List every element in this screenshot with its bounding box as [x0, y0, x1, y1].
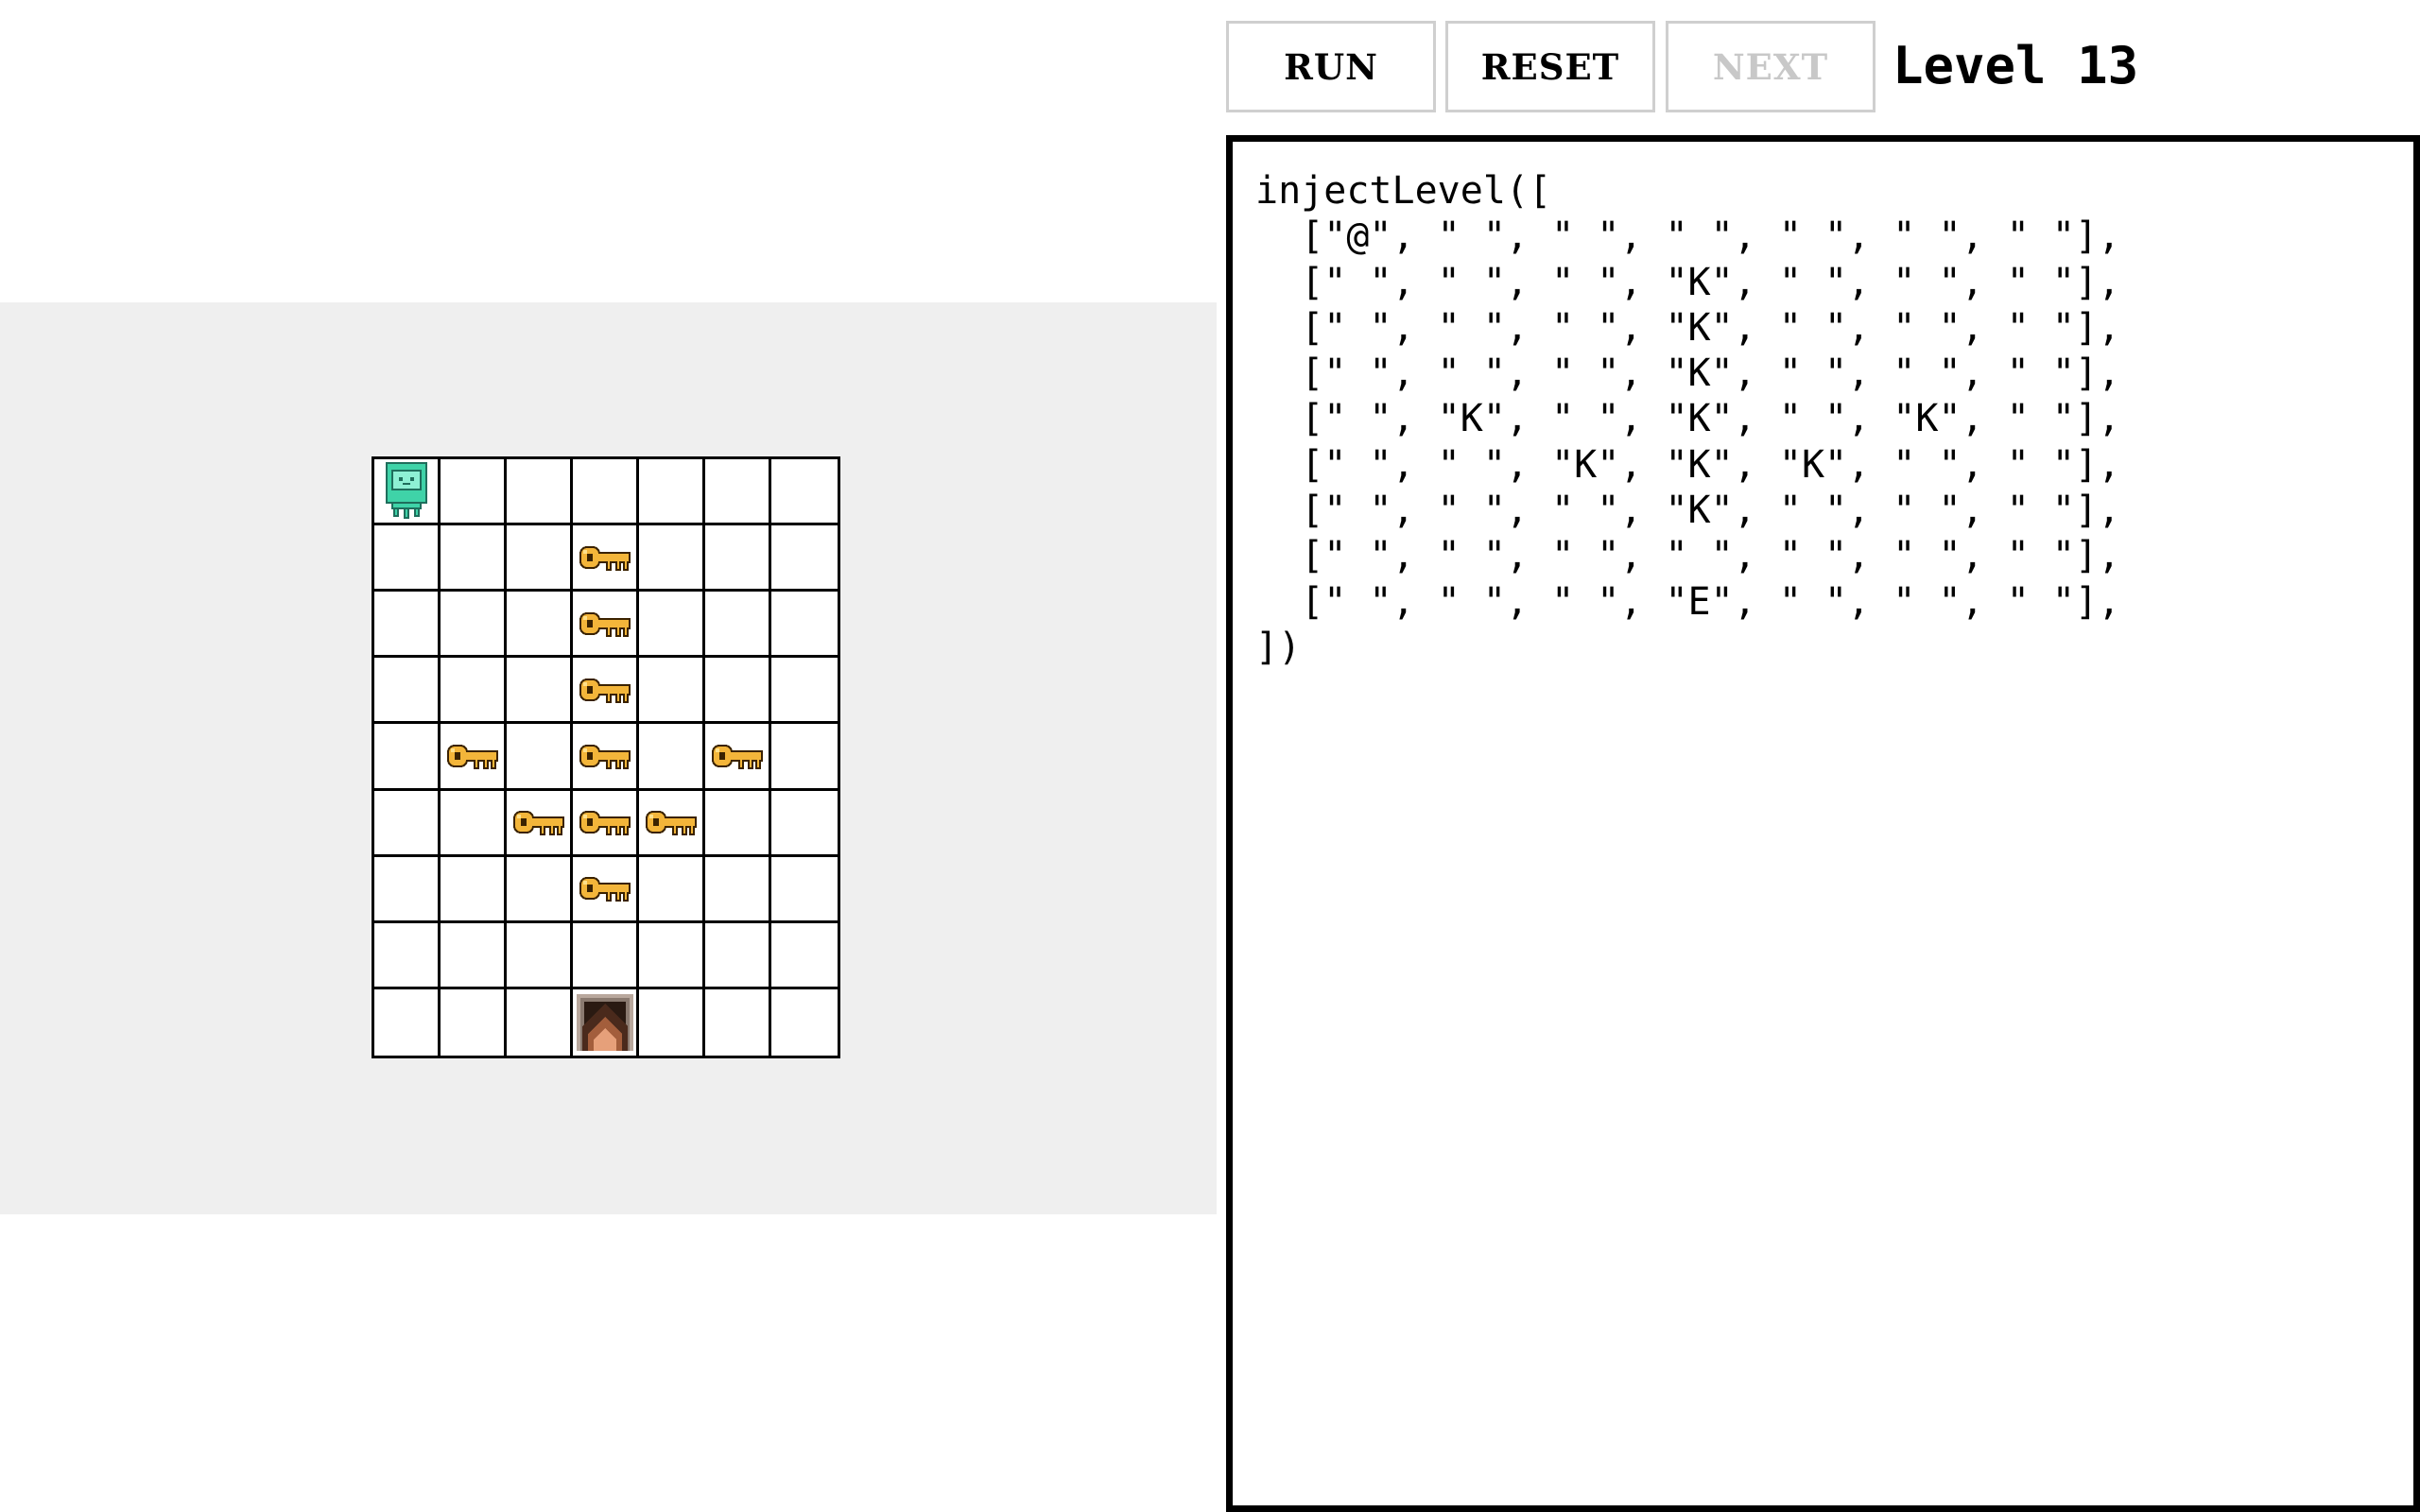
board-cell: [374, 525, 441, 593]
board-cell: [441, 525, 507, 593]
next-button[interactable]: NEXT: [1666, 21, 1876, 112]
board-cell: [705, 790, 771, 857]
board-cell: [507, 525, 573, 593]
board-cell: [441, 790, 507, 857]
board-cell: [374, 459, 441, 526]
key-icon: [578, 675, 632, 705]
board-cell: [771, 791, 838, 857]
key-icon: [578, 873, 632, 903]
board-cell: [771, 724, 838, 791]
board-cell: [573, 592, 639, 659]
key-icon: [578, 741, 632, 771]
key-icon: [710, 741, 765, 771]
board-cell: [705, 988, 771, 1056]
board-cell: [507, 790, 573, 857]
board-cell: [639, 922, 705, 989]
board-cell: [374, 592, 441, 659]
key-icon: [578, 609, 632, 639]
board-cell: [771, 989, 838, 1056]
key-icon: [578, 542, 632, 573]
board-cell: [374, 658, 441, 725]
key-icon: [445, 741, 500, 771]
board-cell: [705, 922, 771, 989]
board-cell: [771, 923, 838, 989]
board-cell: [639, 988, 705, 1056]
board-cell: [639, 658, 705, 725]
board-cell: [374, 856, 441, 923]
board-cell: [639, 459, 705, 526]
board-cell: [441, 988, 507, 1056]
board-cell: [705, 525, 771, 593]
board-cell: [639, 724, 705, 791]
key-icon: [644, 807, 699, 837]
board-cell: [771, 525, 838, 593]
board-cell: [639, 856, 705, 923]
board-cell: [441, 658, 507, 725]
board-cell: [573, 988, 639, 1056]
board-cell: [507, 459, 573, 526]
board-cell: [507, 856, 573, 923]
board-cell: [374, 724, 441, 791]
run-button[interactable]: RUN: [1226, 21, 1436, 112]
board-cell: [441, 724, 507, 791]
board-cell: [771, 658, 838, 725]
board-cell: [639, 790, 705, 857]
board-cell: [573, 658, 639, 725]
board-cell: [507, 724, 573, 791]
board-cell: [705, 724, 771, 791]
board-cell: [573, 724, 639, 791]
board-cell: [441, 856, 507, 923]
board-cell: [374, 790, 441, 857]
board-cell: [705, 658, 771, 725]
key-icon: [578, 807, 632, 837]
board-cell: [441, 459, 507, 526]
board-cell: [771, 592, 838, 659]
board-cell: [441, 592, 507, 659]
board-cell: [507, 592, 573, 659]
level-code[interactable]: injectLevel([ ["@", " ", " ", " ", " ", …: [1255, 168, 2404, 670]
board-cell: [771, 459, 838, 526]
board-cell: [573, 525, 639, 593]
board-cell: [374, 922, 441, 989]
board-cell: [374, 988, 441, 1056]
exit-door-icon: [576, 993, 633, 1051]
board-cell: [639, 525, 705, 593]
board-cell: [705, 592, 771, 659]
board-cell: [705, 856, 771, 923]
board-cell: [639, 592, 705, 659]
board-cell: [771, 857, 838, 923]
board-cell: [507, 658, 573, 725]
board-cell: [507, 922, 573, 989]
robot-icon: [384, 461, 429, 521]
board-cell: [573, 922, 639, 989]
reset-button[interactable]: RESET: [1445, 21, 1655, 112]
board-cell: [441, 922, 507, 989]
board-cell: [573, 790, 639, 857]
board-cell: [573, 459, 639, 526]
app-root: RUN RESET NEXT Level 13 injectLevel([["…: [0, 0, 2420, 1512]
level-title: Level 13: [1893, 36, 2139, 95]
board-cell: [507, 988, 573, 1056]
code-editor[interactable]: injectLevel([ ["@", " ", " ", " ", " ", …: [1226, 135, 2420, 1512]
game-board: [372, 456, 840, 1058]
board-cell: [705, 459, 771, 526]
board-cell: [573, 856, 639, 923]
key-icon: [511, 807, 566, 837]
